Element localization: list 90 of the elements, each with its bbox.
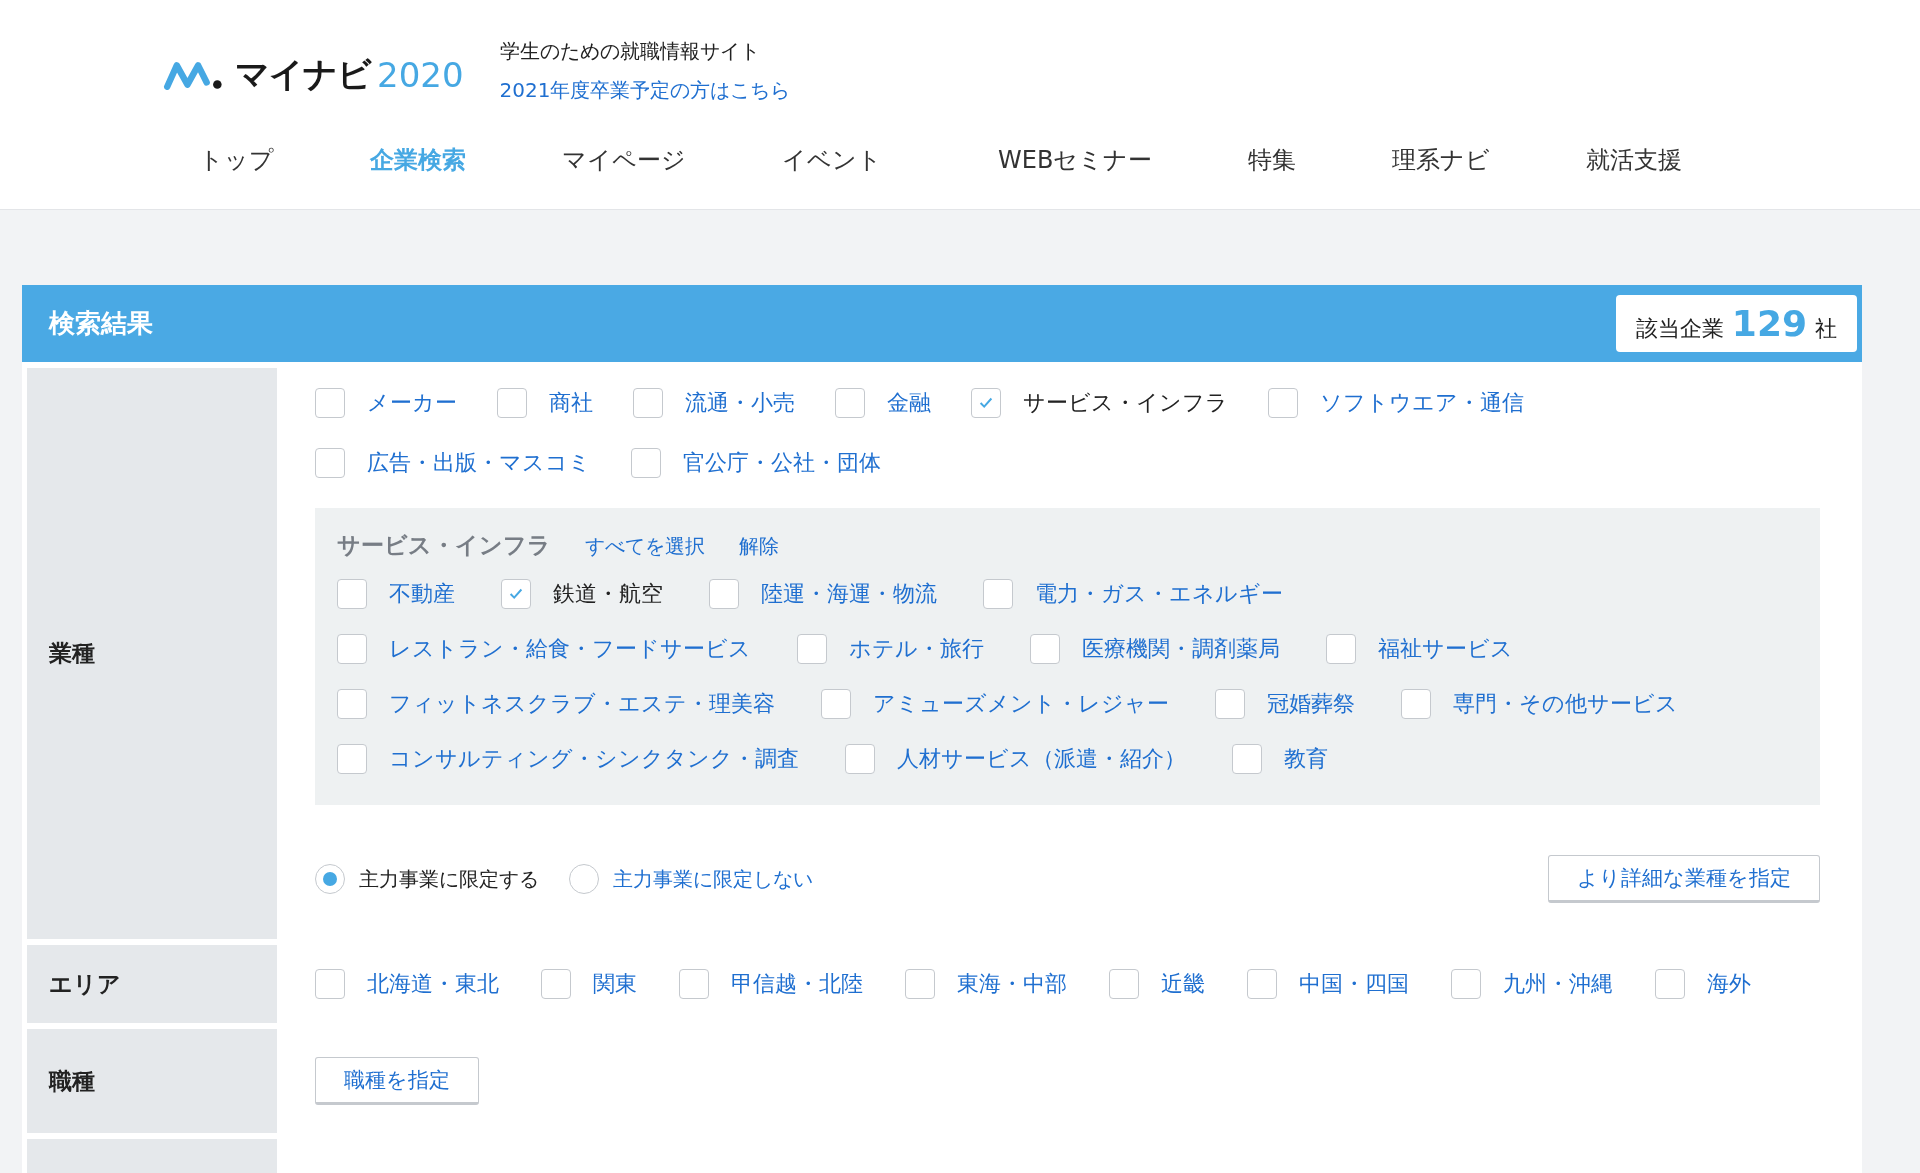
checkbox-label[interactable]: 広告・出版・マスコミ xyxy=(367,448,591,478)
checkbox[interactable] xyxy=(845,744,875,774)
checkbox-label[interactable]: ソフトウエア・通信 xyxy=(1320,388,1524,418)
checkbox[interactable] xyxy=(1655,969,1685,999)
logo-text[interactable]: マイナビ xyxy=(235,52,371,98)
checkbox[interactable] xyxy=(1268,388,1298,418)
row-label: エリア xyxy=(49,969,121,999)
checkbox[interactable] xyxy=(501,579,531,609)
radio-button[interactable] xyxy=(315,864,345,894)
checkbox[interactable] xyxy=(983,579,1013,609)
checkbox-label[interactable]: フィットネスクラブ・エステ・理美容 xyxy=(389,689,775,719)
checkbox-label[interactable]: レストラン・給食・フードサービス xyxy=(389,634,751,664)
checkbox-label[interactable]: 九州・沖縄 xyxy=(1503,969,1613,999)
checkbox-label[interactable]: 海外 xyxy=(1707,969,1751,999)
count-label: 該当企業 xyxy=(1635,315,1724,343)
checkbox[interactable] xyxy=(541,969,571,999)
checkbox-label[interactable]: コンサルティング・シンクタンク・調査 xyxy=(389,744,799,774)
checkbox[interactable] xyxy=(797,634,827,664)
checkbox[interactable] xyxy=(497,388,527,418)
count-number: 129 xyxy=(1731,303,1807,344)
checkbox[interactable] xyxy=(709,579,739,609)
detail-industry-button[interactable]: より詳細な業種を指定 xyxy=(1548,855,1820,903)
radio-label[interactable]: 主力事業に限定しない xyxy=(613,865,813,893)
checkbox[interactable] xyxy=(971,388,1001,418)
checkbox[interactable] xyxy=(1247,969,1277,999)
checkbox-label[interactable]: 中国・四国 xyxy=(1299,969,1409,999)
checkbox-label[interactable]: 冠婚葬祭 xyxy=(1267,689,1355,719)
subcategory-title: サービス・インフラ xyxy=(337,531,551,560)
checkbox[interactable] xyxy=(1030,634,1060,664)
checkbox-label[interactable]: メーカー xyxy=(367,388,457,418)
checkbox[interactable] xyxy=(315,388,345,418)
checkbox[interactable] xyxy=(337,689,367,719)
nav-tab[interactable]: 特集 xyxy=(1248,144,1297,176)
checkbox-label[interactable]: 鉄道・航空 xyxy=(553,579,663,609)
checkbox[interactable] xyxy=(1109,969,1139,999)
checkbox[interactable] xyxy=(835,388,865,418)
checkbox-label[interactable]: 陸運・海運・物流 xyxy=(761,579,937,609)
checkbox-label[interactable]: 福祉サービス xyxy=(1378,634,1513,664)
checkbox[interactable] xyxy=(1232,744,1262,774)
checkbox-label[interactable]: 甲信越・北陸 xyxy=(731,969,863,999)
checkbox[interactable] xyxy=(337,579,367,609)
checkbox-label[interactable]: 流通・小売 xyxy=(685,388,795,418)
checkbox[interactable] xyxy=(1401,689,1431,719)
checkbox[interactable] xyxy=(821,689,851,719)
count-unit: 社 xyxy=(1815,315,1837,343)
checkbox[interactable] xyxy=(1451,969,1481,999)
nav-tab[interactable]: 就活支援 xyxy=(1586,144,1683,176)
checkbox[interactable] xyxy=(1215,689,1245,719)
checkbox-label[interactable]: 関東 xyxy=(593,969,637,999)
checkbox[interactable] xyxy=(633,388,663,418)
nav-tab[interactable]: イベント xyxy=(782,144,882,176)
checkbox-label[interactable]: 金融 xyxy=(887,388,931,418)
checkbox-label[interactable]: 教育 xyxy=(1284,744,1328,774)
logo-year[interactable]: 2020 xyxy=(377,55,464,95)
checkbox[interactable] xyxy=(631,448,661,478)
checkbox-label[interactable]: 専門・その他サービス xyxy=(1453,689,1678,719)
row-label: 職種 xyxy=(49,1066,95,1096)
nav-tab[interactable]: WEBセミナー xyxy=(998,144,1153,176)
checkbox[interactable] xyxy=(1326,634,1356,664)
tagline: 学生のための就職情報サイト xyxy=(499,38,761,65)
nav-tab[interactable]: 理系ナビ xyxy=(1392,144,1491,176)
results-title: 検索結果 xyxy=(49,307,153,340)
checkbox-label[interactable]: 商社 xyxy=(549,388,593,418)
job-type-button[interactable]: 職種を指定 xyxy=(315,1057,479,1105)
checkbox-label[interactable]: 電力・ガス・エネルギー xyxy=(1035,579,1283,609)
checkbox-label[interactable]: アミューズメント・レジャー xyxy=(873,689,1169,719)
checkbox[interactable] xyxy=(905,969,935,999)
checkbox-label[interactable]: 北海道・東北 xyxy=(367,969,499,999)
checkbox-label[interactable]: 人材サービス（派遣・紹介） xyxy=(897,744,1186,774)
checkbox-label[interactable]: サービス・インフラ xyxy=(1023,388,1228,418)
checkbox-label[interactable]: 医療機関・調剤薬局 xyxy=(1082,634,1280,664)
checkbox-label[interactable]: 近畿 xyxy=(1161,969,1205,999)
checkbox-label[interactable]: 東海・中部 xyxy=(957,969,1067,999)
select-all-link[interactable]: すべてを選択 xyxy=(585,533,705,560)
checkbox-label[interactable]: ホテル・旅行 xyxy=(849,634,984,664)
checkbox-label[interactable]: 不動産 xyxy=(389,579,455,609)
checkbox[interactable] xyxy=(337,744,367,774)
radio-label[interactable]: 主力事業に限定する xyxy=(359,865,539,893)
nav-tab[interactable]: 企業検索 xyxy=(370,144,466,176)
checkbox-label[interactable]: 官公庁・公社・団体 xyxy=(683,448,881,478)
radio-button[interactable] xyxy=(569,864,599,894)
checkbox[interactable] xyxy=(315,448,345,478)
row-label: 業種 xyxy=(49,639,95,668)
next-year-link[interactable]: 2021年度卒業予定の方はこちら xyxy=(499,77,791,104)
checkbox[interactable] xyxy=(337,634,367,664)
nav-tab[interactable]: マイページ xyxy=(562,144,686,176)
checkbox[interactable] xyxy=(315,969,345,999)
clear-link[interactable]: 解除 xyxy=(739,533,779,560)
checkbox[interactable] xyxy=(679,969,709,999)
nav-tab[interactable]: トップ xyxy=(199,144,274,176)
